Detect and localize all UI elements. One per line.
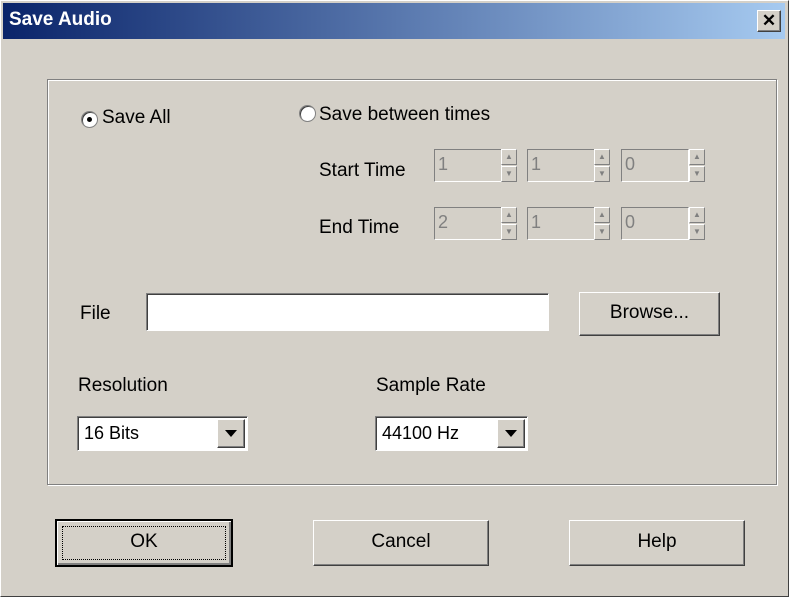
cancel-button[interactable]: Cancel [313, 520, 489, 566]
save-all-radio[interactable] [81, 111, 98, 128]
end-time-value-2: 1 [531, 212, 542, 232]
end-time-field-2[interactable]: 1 [527, 207, 595, 240]
sample-rate-selected-value: 44100 Hz [382, 423, 460, 443]
start-time-value-3: 0 [625, 154, 636, 174]
resolution-selected-value: 16 Bits [84, 423, 140, 443]
start-time-value-2: 1 [531, 154, 542, 174]
resolution-dropdown[interactable]: 16 Bits [77, 416, 248, 451]
start-time-field-3[interactable]: 0 [621, 149, 689, 182]
start-time-value-1: 1 [438, 154, 449, 174]
end-time-label: End Time [319, 217, 400, 238]
end-time-field-3[interactable]: 0 [621, 207, 689, 240]
end-time-spinner-2[interactable]: ▲ ▼ [594, 207, 610, 240]
ok-button[interactable]: OK [55, 519, 233, 567]
end-time-value-3: 0 [625, 212, 636, 232]
title-bar[interactable]: Save Audio ✕ [3, 3, 785, 39]
close-button[interactable]: ✕ [757, 10, 781, 32]
save-audio-dialog: Save Audio ✕ Save All Save between times… [0, 0, 789, 597]
file-label: File [80, 303, 111, 324]
cancel-button-label: Cancel [371, 531, 431, 552]
spin-down-arrow-icon[interactable]: ▼ [501, 224, 517, 240]
help-button[interactable]: Help [569, 520, 745, 566]
spin-down-arrow-icon[interactable]: ▼ [689, 166, 705, 182]
spin-down-arrow-icon[interactable]: ▼ [689, 224, 705, 240]
save-between-times-label[interactable]: Save between times [319, 104, 490, 126]
end-time-spinner-3[interactable]: ▲ ▼ [689, 207, 705, 240]
end-time-spinner-1[interactable]: ▲ ▼ [501, 207, 517, 240]
spin-up-arrow-icon[interactable]: ▲ [689, 149, 705, 165]
spin-down-arrow-icon[interactable]: ▼ [501, 166, 517, 182]
start-time-spinner-3[interactable]: ▲ ▼ [689, 149, 705, 182]
spin-down-arrow-icon[interactable]: ▼ [594, 166, 610, 182]
spin-down-arrow-icon[interactable]: ▼ [594, 224, 610, 240]
start-time-label: Start Time [319, 160, 406, 181]
sample-rate-label: Sample Rate [376, 375, 486, 396]
sample-rate-dropdown[interactable]: 44100 Hz [375, 416, 528, 451]
save-all-label[interactable]: Save All [102, 107, 171, 129]
end-time-field-1[interactable]: 2 [434, 207, 502, 240]
resolution-label: Resolution [78, 375, 168, 396]
radio-selected-dot [87, 117, 92, 122]
save-between-times-radio[interactable] [299, 105, 316, 122]
browse-button[interactable]: Browse... [579, 292, 720, 336]
file-path-input[interactable] [146, 293, 549, 331]
spin-up-arrow-icon[interactable]: ▲ [501, 149, 517, 165]
window-title: Save Audio [9, 9, 112, 30]
spin-up-arrow-icon[interactable]: ▲ [689, 207, 705, 223]
start-time-spinner-2[interactable]: ▲ ▼ [594, 149, 610, 182]
help-button-label: Help [637, 531, 677, 552]
browse-button-label: Browse... [609, 302, 690, 323]
focus-rectangle [62, 526, 226, 560]
start-time-field-1[interactable]: 1 [434, 149, 502, 182]
end-time-value-1: 2 [438, 212, 449, 232]
start-time-spinner-1[interactable]: ▲ ▼ [501, 149, 517, 182]
spin-up-arrow-icon[interactable]: ▲ [501, 207, 517, 223]
close-icon: ✕ [761, 11, 777, 30]
dropdown-arrow-icon[interactable] [497, 419, 525, 448]
start-time-field-2[interactable]: 1 [527, 149, 595, 182]
spin-up-arrow-icon[interactable]: ▲ [594, 149, 610, 165]
spin-up-arrow-icon[interactable]: ▲ [594, 207, 610, 223]
dropdown-arrow-icon[interactable] [217, 419, 245, 448]
